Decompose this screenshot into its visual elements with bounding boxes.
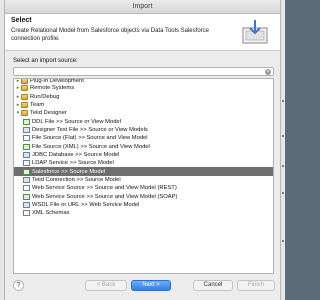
import-wizard-item-icon	[23, 151, 30, 158]
tree-wizard-item[interactable]: File Source (Flat) >> Source and View Mo…	[14, 134, 273, 142]
import-wizard-item-icon	[23, 193, 30, 200]
tree-wizard-item[interactable]: WSDL File or URL >> Web Service Model	[14, 201, 273, 209]
tree-wizard-item[interactable]: LDAP Service >> Source Model	[14, 159, 273, 167]
tree-wizard-item[interactable]: Designer Text File >> Source or View Mod…	[14, 126, 273, 134]
clear-filter-icon[interactable]: ×	[265, 69, 271, 75]
window-title: Import	[132, 3, 153, 10]
import-wizard-item-icon	[23, 135, 30, 142]
title-bar: Import	[5, 0, 280, 14]
tree-item-label: LDAP Service >> Source Model	[32, 160, 114, 167]
banner-description: Create Relational Model from Salesforce …	[11, 28, 209, 42]
import-wizard-item-icon	[23, 201, 30, 208]
tree-item-label: Teiid Designer	[30, 110, 67, 117]
folder-icon	[21, 101, 28, 108]
tree-item-label: XML Schemas	[32, 210, 70, 217]
import-wizard-item-icon	[23, 143, 30, 150]
tree-item-label: File Source (Flat) >> Source and View Mo…	[32, 135, 148, 142]
back-button[interactable]: < Back	[85, 280, 127, 291]
tree-item-label: Remote Systems	[30, 85, 75, 92]
folder-icon	[21, 110, 28, 117]
tree-folder-item[interactable]: ▾ Teiid Designer	[14, 109, 273, 117]
banner-title: Select	[11, 17, 32, 24]
background-window-right	[281, 0, 285, 300]
wizard-banner: Select Create Relational Model from Sale…	[5, 14, 280, 51]
filter-input[interactable]: ×	[13, 67, 274, 76]
tree-folder-item[interactable]: ▸ Team	[14, 101, 273, 109]
tree-item-label: Web Service Source >> Source and View Mo…	[32, 185, 177, 192]
tree-wizard-item[interactable]: JDBC Database >> Source Model	[14, 151, 273, 159]
button-bar: ? < Back Next > Cancel Finish	[5, 272, 282, 300]
folder-icon	[21, 85, 28, 92]
import-wizard-item-icon	[23, 210, 30, 217]
tree-item-label: DDL File >> Source or View Model	[32, 118, 121, 125]
cancel-button[interactable]: Cancel	[193, 280, 233, 291]
tree-item-label: WSDL File or URL >> Web Service Model	[32, 201, 140, 208]
tree-item-label: Designer Text File >> Source or View Mod…	[32, 126, 148, 133]
tree-wizard-item[interactable]: Web Service Source >> Source and View Mo…	[14, 192, 273, 200]
finish-button[interactable]: Finish	[237, 280, 275, 291]
import-wizard-item-icon	[23, 168, 30, 175]
tree-folder-item[interactable]: ▸ Remote Systems	[14, 84, 273, 92]
import-source-label: Select an import source:	[13, 58, 78, 64]
tree-item-label: Salesforce >> Source Model	[32, 168, 106, 175]
import-wizard-item-icon	[23, 118, 30, 125]
import-wizard-item-icon	[23, 160, 30, 167]
tree-item-label: Teiid Connection >> Source Model	[32, 176, 121, 183]
help-button[interactable]: ?	[13, 280, 24, 291]
tree-item-label: Team	[30, 101, 45, 108]
tree-item-label: JDBC Database >> Source Model	[32, 151, 120, 158]
tree-wizard-item[interactable]: File Source (XML) >> Source and View Mod…	[14, 142, 273, 150]
import-wizard-icon	[242, 20, 268, 44]
import-wizard-item-icon	[23, 185, 30, 192]
folder-icon	[21, 93, 28, 100]
tree-item-label: Web Service Source >> Source and View Mo…	[32, 193, 178, 200]
source-selection-area: Select an import source: × ▸ Plug-in Deve…	[13, 58, 274, 274]
import-wizard-item-icon	[23, 176, 30, 183]
tree-wizard-item[interactable]: DDL File >> Source or View Model	[14, 117, 273, 125]
import-source-tree[interactable]: ▸ Plug-in Development ▸ Remote Systems ▸ Run/…	[13, 78, 274, 274]
import-wizard-item-icon	[23, 126, 30, 133]
tree-item-label: Run/Debug	[30, 93, 60, 100]
tree-wizard-item[interactable]: Salesforce >> Source Model	[14, 167, 273, 176]
tree-wizard-item[interactable]: XML Schemas	[14, 209, 273, 217]
next-button[interactable]: Next >	[131, 280, 171, 291]
tree-wizard-item[interactable]: Web Service Source >> Source and View Mo…	[14, 184, 273, 192]
tree-wizard-item[interactable]: Teiid Connection >> Source Model	[14, 176, 273, 184]
tree-item-label: File Source (XML) >> Source and View Mod…	[32, 143, 150, 150]
tree-folder-item[interactable]: ▸ Run/Debug	[14, 92, 273, 100]
import-dialog: Import Select Create Relational Model fr…	[4, 0, 281, 300]
